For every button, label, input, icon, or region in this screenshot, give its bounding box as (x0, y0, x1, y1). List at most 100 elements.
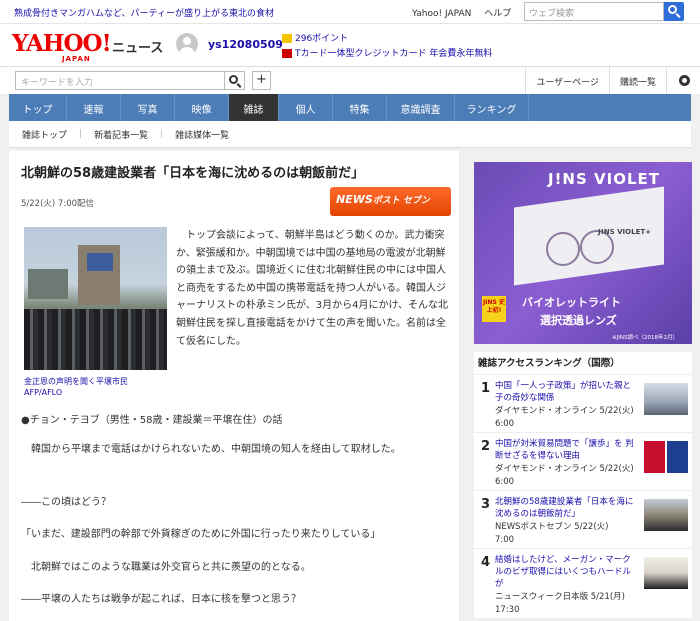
keyword-search-button[interactable] (225, 71, 245, 90)
user-page-link[interactable]: ユーザーページ (525, 67, 609, 94)
subscription-list-link[interactable]: 購読一覧 (608, 67, 666, 94)
rank-thumbnail[interactable] (644, 383, 688, 415)
ad-title: J!NS VIOLET (548, 170, 660, 188)
ad-lens-icon (546, 232, 580, 266)
rank-source: NEWSポストセブン 5/22(火) (495, 522, 609, 532)
rank-time: 6:00 (495, 418, 515, 429)
rank-number: 1 (481, 381, 491, 396)
rank-time: 17:30 (495, 604, 520, 615)
article-paragraph: 北朝鮮ではこのような職業は外交官らと共に羨望の的となる。 (21, 562, 311, 573)
rank-thumbnail[interactable] (644, 441, 688, 473)
ranking-item[interactable]: 1 中国「一人っ子政策」が招いた親と子の奇妙な関係 ダイヤモンド・オンライン 5… (474, 374, 692, 432)
help-link[interactable]: ヘルプ (484, 9, 511, 19)
photo-building-left (28, 269, 68, 299)
gear-icon (679, 75, 690, 86)
points-label: 296ポイント (295, 34, 349, 44)
nav-magazine[interactable]: 雑誌 (229, 94, 279, 121)
search-icon (668, 5, 677, 14)
web-search-input[interactable]: ウェブ検索 (524, 2, 664, 21)
web-search-button[interactable] (664, 2, 684, 21)
nav-top[interactable]: トップ (9, 94, 67, 121)
tpoint-icon (282, 34, 292, 43)
article-paragraph: 韓国から平壌まで電話はかけられないため、中朝国境の知人を経由して取材した。 (21, 444, 401, 455)
tcard-label: Tカード一体型クレジットカード 年会費永年無料 (295, 49, 493, 59)
search-icon (229, 75, 238, 84)
rank-title-link[interactable]: 中国が対米貿易問題で「譲歩」を 判断せざるを得ない理由 (495, 438, 637, 462)
nav-video[interactable]: 映像 (175, 94, 229, 121)
subnav-new-articles[interactable]: 新着記事一覧 (94, 128, 148, 141)
article-paragraph: ――この頃はどう？ (21, 497, 111, 508)
rank-title-link[interactable]: 北朝鮮の58歳建設業者「日本を海に沈めるのは朝飯前だ」 (495, 496, 637, 520)
rank-source: ニュースウィーク日本版 5/21(月) (495, 592, 625, 602)
username-link[interactable]: ys12080509 (208, 38, 283, 51)
photo-caption[interactable]: 金正恩の声明を聞く平壌市民 AFP/AFLO (24, 376, 169, 398)
nav-ranking[interactable]: ランキング (455, 94, 529, 121)
ranking-item[interactable]: 2 中国が対米貿易問題で「譲歩」を 判断せざるを得ない理由 ダイヤモンド・オンラ… (474, 432, 692, 490)
photo-crowd (24, 309, 167, 370)
article-paragraph: ●チョン・テヨブ（男性・58歳・建設業＝平壌在住）の話 (21, 415, 283, 426)
photo-screen (87, 253, 113, 271)
add-button[interactable]: + (252, 71, 271, 90)
points-link[interactable]: 296ポイント (282, 31, 348, 44)
magazine-ranking-panel: 雑誌アクセスランキング（国際） 1 中国「一人っ子政策」が招いた親と子の奇妙な関… (474, 352, 692, 618)
nav-survey[interactable]: 意識調査 (387, 94, 455, 121)
rank-thumbnail[interactable] (644, 499, 688, 531)
subnav-divider: | (79, 129, 83, 139)
rank-number: 2 (481, 439, 491, 454)
article-lead: トップ会談によって、朝鮮半島はどう動くのか。武力衝突か、緊張緩和か。中朝国境では… (176, 230, 449, 347)
rank-number: 3 (481, 497, 491, 512)
topbar-links: Yahoo! JAPAN ヘルプ (412, 6, 521, 19)
settings-button[interactable] (666, 67, 700, 94)
yahoo-logo[interactable]: YAHOO! (12, 30, 112, 57)
rank-meta: ダイヤモンド・オンライン 5/22(火) 6:00 (495, 405, 637, 430)
rank-source: ダイヤモンド・オンライン 5/22(火) (495, 464, 634, 474)
article-title: 北朝鮮の58歳建設業者「日本を海に沈めるのは朝飯前だ」 (21, 166, 365, 181)
main-nav: トップ 速報 写真 映像 雑誌 個人 特集 意識調査 ランキング (9, 94, 691, 121)
user-tools: ユーザーページ 購読一覧 (525, 67, 700, 94)
site-header: YAHOO! JAPAN ニュース ys12080509 296ポイント Tカー… (0, 24, 700, 66)
ad-footnote: ※JINS調べ（2018年2月） (612, 335, 678, 341)
ad-badge: JINS 史上初! (482, 296, 506, 322)
rank-source: ダイヤモンド・オンライン 5/22(火) (495, 406, 634, 416)
ranking-item[interactable]: 3 北朝鮮の58歳建設業者「日本を海に沈めるのは朝飯前だ」 NEWSポストセブン… (474, 490, 692, 548)
news-post-seven-logo[interactable]: NEWSポスト セブン (330, 187, 451, 216)
ranking-heading: 雑誌アクセスランキング（国際） (478, 358, 620, 369)
nav-feature[interactable]: 特集 (333, 94, 387, 121)
subnav-media-list[interactable]: 雑誌媒体一覧 (175, 128, 229, 141)
user-avatar-icon[interactable] (176, 33, 198, 55)
ranking-item[interactable]: 4 結婚はしたけど、メーガン・マークルのビザ取得にはいくつもハードルが ニュース… (474, 548, 692, 615)
service-name[interactable]: ニュース (112, 37, 163, 56)
nav-photo[interactable]: 写真 (121, 94, 175, 121)
tcard-promo-link[interactable]: Tカード一体型クレジットカード 年会費永年無料 (282, 46, 492, 59)
rank-title-link[interactable]: 中国「一人っ子政策」が招いた親と子の奇妙な関係 (495, 380, 637, 404)
rank-thumbnail[interactable] (644, 557, 688, 589)
keyword-input[interactable]: キーワードを入力 (15, 71, 225, 90)
rank-time: 6:00 (495, 476, 515, 487)
brand-sub: ポスト セブン (372, 196, 430, 206)
ad-subheadline: 選択透過レンズ (540, 314, 617, 327)
rank-meta: ニュースウィーク日本版 5/21(月) 17:30 (495, 591, 637, 616)
rank-time: 7:00 (495, 534, 515, 545)
article-photo[interactable] (24, 227, 167, 370)
brand-main: NEWS (336, 193, 373, 206)
subnav-magazine-top[interactable]: 雑誌トップ (22, 128, 67, 141)
nav-breaking[interactable]: 速報 (67, 94, 121, 121)
ad-box-label: J!NS VIOLET+ (598, 228, 651, 236)
article-paragraph: ――平壌の人たちは戦争が起これば、日本に核を撃つと思う？ (21, 594, 301, 605)
jins-advertisement[interactable]: J!NS VIOLET J!NS VIOLET+ JINS 史上初! バイオレッ… (474, 162, 692, 344)
top-utility-bar: 熟成骨付きマンガハムなど、パーティーが盛り上がる東北の食材 Yahoo! JAP… (0, 0, 700, 24)
topbar-headline-link[interactable]: 熟成骨付きマンガハムなど、パーティーが盛り上がる東北の食材 (14, 6, 274, 19)
rank-title-link[interactable]: 結婚はしたけど、メーガン・マークルのビザ取得にはいくつもハードルが (495, 554, 637, 590)
magazine-subnav: 雑誌トップ | 新着記事一覧 | 雑誌媒体一覧 (9, 121, 691, 148)
ad-headline: バイオレットライト (522, 296, 621, 309)
subnav-divider: | (160, 129, 164, 139)
yahoo-logo-sub: JAPAN (62, 55, 91, 63)
tcard-icon (282, 49, 292, 58)
news-search-row: キーワードを入力 + ユーザーページ 購読一覧 (0, 66, 700, 94)
article-paragraph: 「いまだ、建設部門の幹部で外貨稼ぎのために外国に行ったり来たりしている」 (21, 529, 381, 540)
yahoo-japan-link[interactable]: Yahoo! JAPAN (412, 9, 471, 19)
rank-meta: NEWSポストセブン 5/22(火) 7:00 (495, 521, 637, 546)
nav-individual[interactable]: 個人 (279, 94, 333, 121)
article-panel: 北朝鮮の58歳建設業者「日本を海に沈めるのは朝飯前だ」 5/22(火) 7:00… (9, 151, 459, 621)
rank-number: 4 (481, 555, 491, 570)
